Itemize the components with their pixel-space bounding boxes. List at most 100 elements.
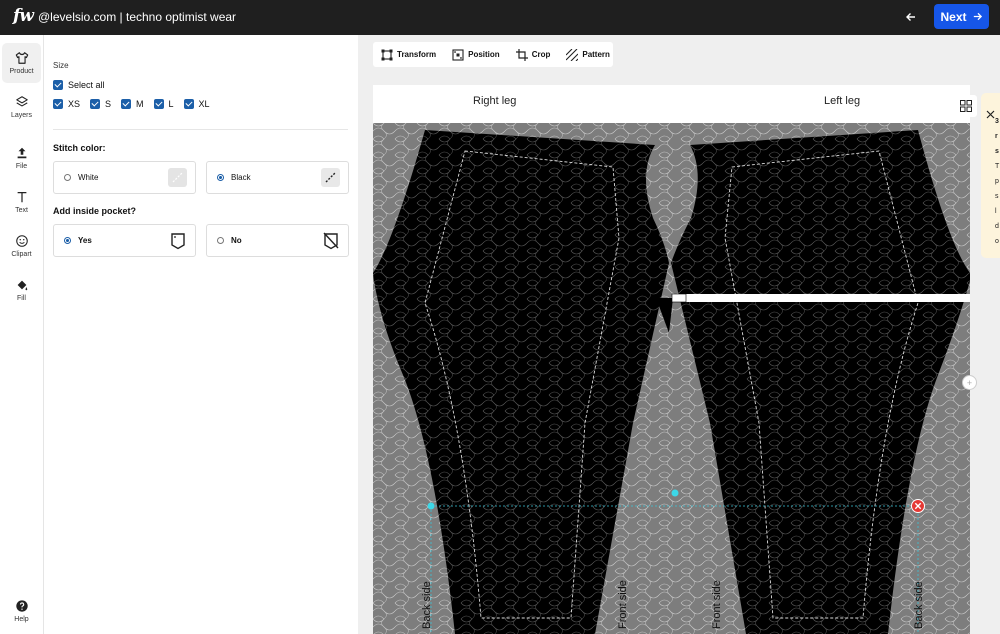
rail-item-label: Product [9, 68, 34, 75]
radio-unselected-icon [217, 237, 224, 244]
rail-item-label: Fill [17, 295, 26, 302]
size-options: XS S M L XL [53, 99, 210, 109]
radio-selected-icon [217, 174, 224, 181]
option-label: White [78, 173, 99, 182]
size-label: XS [68, 99, 81, 109]
size-option-l[interactable]: L [153, 99, 174, 109]
front-side-label: Front side [617, 580, 629, 629]
size-label: M [136, 99, 144, 109]
checkbox-checked-icon [121, 99, 132, 109]
rail-item-clipart[interactable]: Clipart [2, 226, 41, 266]
tip-line: l [995, 208, 997, 215]
pocket-icon [171, 233, 185, 250]
tool-label: Transform [397, 50, 437, 59]
tip-line: T [995, 163, 1000, 170]
close-icon[interactable] [986, 110, 995, 119]
select-all-label: Select all [68, 80, 105, 90]
tool-label: Crop [531, 50, 551, 59]
rail-item-file[interactable]: File [2, 138, 41, 178]
size-label: S [105, 99, 112, 109]
rail-item-text[interactable]: Text [2, 182, 41, 222]
tip-line: s [995, 148, 999, 155]
canvas-toolbar: Transform Position Crop Pattern [373, 42, 613, 67]
crop-tool-button[interactable]: Crop [508, 42, 559, 67]
project-title: @levelsio.com | techno optimist wear [38, 10, 237, 24]
tip-line: o [995, 238, 999, 245]
upload-icon [17, 147, 26, 159]
back-side-label: Back side [421, 581, 433, 629]
back-side-label: Back side [913, 581, 925, 629]
tip-panel: 3 r s T p s l d o [981, 93, 1000, 258]
rail-item-layers[interactable]: Layers [2, 87, 41, 127]
text-icon [17, 192, 26, 203]
stitch-option-black[interactable]: Black [206, 161, 349, 194]
radio-unselected-icon [64, 174, 71, 181]
pattern-print-area[interactable]: Back side Front side Front side Back sid… [373, 123, 970, 634]
design-canvas-area: Transform Position Crop Pattern Right le… [358, 35, 1000, 634]
rail-item-help[interactable]: Help [2, 591, 41, 631]
select-all-checkbox[interactable]: Select all [53, 80, 105, 90]
pocket-heading: Add inside pocket? [53, 206, 137, 216]
tip-line: r [995, 133, 998, 140]
product-settings-panel: Size Select all XS S M L XL Stitch color… [44, 35, 358, 634]
rail-item-label: File [15, 163, 28, 170]
size-option-xs[interactable]: XS [53, 99, 80, 109]
left-leg-label: Left leg [824, 95, 861, 107]
checkbox-checked-icon [183, 99, 194, 109]
transform-tool-button[interactable]: Transform [373, 42, 444, 67]
layout-grid-button[interactable] [955, 95, 977, 117]
shirt-icon [15, 52, 28, 64]
pocket-option-no[interactable]: No [206, 224, 349, 257]
back-arrow-icon[interactable] [902, 8, 920, 26]
leggings-artboard: Right leg Left leg Back side Front side … [373, 85, 970, 634]
position-tool-button[interactable]: Position [444, 42, 508, 67]
rail-item-label: Help [14, 616, 29, 623]
pattern-tool-button[interactable]: Pattern [558, 42, 618, 67]
rail-item-label: Text [15, 207, 28, 214]
tip-line: 3 [995, 118, 999, 125]
help-icon [15, 600, 28, 612]
layers-icon [15, 96, 28, 107]
stitch-option-white[interactable]: White [53, 161, 196, 194]
arrow-right-icon [973, 12, 982, 21]
size-heading: Size [53, 61, 69, 70]
top-bar: fw @levelsio.com | techno optimist wear … [0, 0, 1000, 35]
next-button[interactable]: Next [934, 4, 989, 29]
tool-label: Pattern [582, 50, 610, 59]
size-label: XL [198, 99, 210, 109]
size-label: L [168, 99, 174, 109]
rail-item-label: Clipart [11, 251, 32, 258]
move-handle-icon[interactable]: + [962, 375, 977, 390]
checkbox-checked-icon [90, 99, 101, 109]
rail-item-fill[interactable]: Fill [2, 270, 41, 310]
stitch-color-heading: Stitch color: [53, 143, 106, 153]
position-icon [452, 48, 464, 61]
option-label: Black [231, 173, 251, 182]
tool-label: Position [468, 50, 500, 59]
size-option-xl[interactable]: XL [183, 99, 210, 109]
smiley-icon [15, 235, 28, 247]
grid-icon [960, 100, 972, 112]
size-option-s[interactable]: S [90, 99, 111, 109]
rail-item-label: Layers [10, 112, 32, 119]
option-label: Yes [78, 236, 92, 245]
app-logo[interactable]: fw [13, 6, 34, 26]
black-stitch-swatch-icon [321, 168, 340, 187]
transform-icon [381, 49, 393, 60]
tip-line: s [995, 193, 999, 200]
rail-item-product[interactable]: Product [2, 43, 41, 83]
size-option-m[interactable]: M [121, 99, 144, 109]
option-label: No [231, 236, 242, 245]
checkbox-checked-icon [153, 99, 164, 109]
right-leg-label: Right leg [473, 95, 517, 107]
front-side-label: Front side [711, 580, 723, 629]
white-stitch-swatch-icon [168, 168, 187, 187]
tip-line: p [995, 178, 999, 185]
delete-selection-icon[interactable] [911, 499, 925, 513]
crop-icon [515, 48, 528, 61]
no-pocket-icon [323, 232, 339, 250]
checkbox-checked-icon [53, 80, 63, 90]
checkbox-checked-icon [53, 99, 63, 109]
pocket-option-yes[interactable]: Yes [53, 224, 196, 257]
tool-rail: Product Layers File Text Clipart Fill He… [0, 35, 44, 634]
